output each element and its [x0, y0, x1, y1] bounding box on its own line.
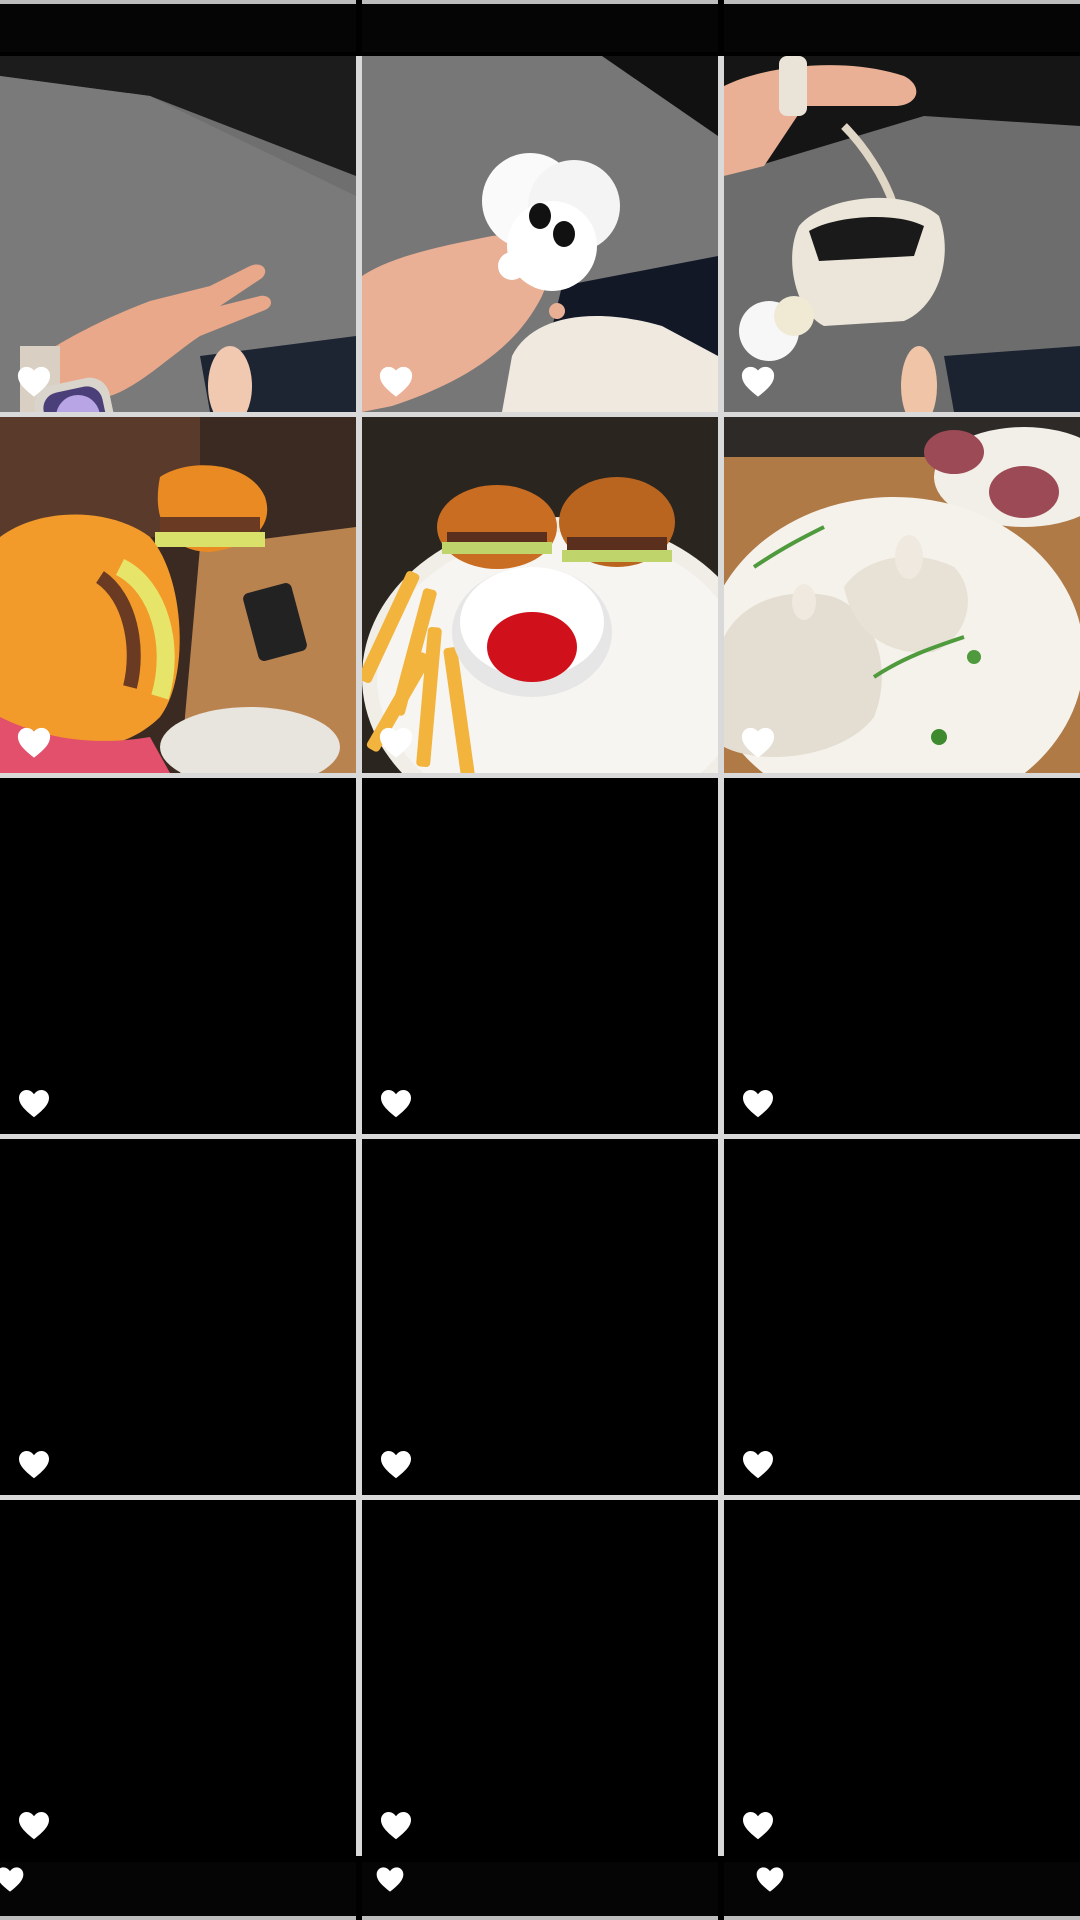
- gallery-tile[interactable]: [724, 417, 1080, 773]
- heart-filled-icon[interactable]: [16, 1447, 52, 1481]
- photo-thumbnail: [724, 417, 1080, 773]
- heart-filled-icon[interactable]: [16, 1086, 52, 1120]
- gallery-tile[interactable]: [0, 56, 356, 412]
- gallery-row-partial-top: [0, 0, 1080, 52]
- gallery-tile-partial[interactable]: [362, 0, 718, 52]
- heart-filled-icon[interactable]: [0, 1864, 26, 1894]
- heart-filled-icon[interactable]: [740, 1086, 776, 1120]
- gallery-tile[interactable]: [0, 417, 356, 773]
- gallery-tile-empty[interactable]: [362, 778, 718, 1134]
- heart-outline-icon[interactable]: [740, 725, 776, 759]
- photo-thumbnail: [362, 417, 718, 773]
- gallery-tile-empty[interactable]: [724, 778, 1080, 1134]
- gallery-tile-partial[interactable]: [724, 0, 1080, 52]
- heart-outline-icon[interactable]: [16, 725, 52, 759]
- photo-thumbnail: [724, 56, 1080, 412]
- gallery-tile-partial[interactable]: [0, 1862, 356, 1920]
- heart-filled-icon[interactable]: [378, 1086, 414, 1120]
- heart-filled-icon[interactable]: [378, 1447, 414, 1481]
- heart-filled-icon[interactable]: [374, 1864, 406, 1894]
- heart-outline-icon[interactable]: [740, 364, 776, 398]
- gallery-tile[interactable]: [362, 56, 718, 412]
- photo-thumbnail: [0, 417, 356, 773]
- photo-grid: [0, 56, 1080, 1856]
- gallery-tile-empty[interactable]: [362, 1139, 718, 1495]
- gallery-tile-partial[interactable]: [362, 1862, 718, 1920]
- gallery-tile-empty[interactable]: [0, 1139, 356, 1495]
- heart-outline-icon[interactable]: [378, 364, 414, 398]
- heart-outline-icon[interactable]: [378, 725, 414, 759]
- heart-filled-icon[interactable]: [378, 1808, 414, 1842]
- gallery-tile-partial[interactable]: [0, 0, 356, 52]
- gallery-tile-empty[interactable]: [724, 1139, 1080, 1495]
- gallery-tile[interactable]: [362, 417, 718, 773]
- gallery-tile-empty[interactable]: [724, 1500, 1080, 1856]
- gallery-tile[interactable]: [724, 56, 1080, 412]
- heart-filled-icon[interactable]: [740, 1808, 776, 1842]
- photo-thumbnail: [0, 56, 356, 412]
- gallery-tile-empty[interactable]: [0, 1500, 356, 1856]
- heart-filled-icon[interactable]: [16, 1808, 52, 1842]
- heart-filled-icon[interactable]: [754, 1864, 786, 1894]
- gallery-tile-empty[interactable]: [0, 778, 356, 1134]
- gallery-tile-partial[interactable]: [724, 1862, 1080, 1920]
- photo-thumbnail: [362, 56, 718, 412]
- heart-filled-icon[interactable]: [740, 1447, 776, 1481]
- heart-outline-icon[interactable]: [16, 364, 52, 398]
- gallery-screen: [0, 0, 1080, 1920]
- gallery-tile-empty[interactable]: [362, 1500, 718, 1856]
- gallery-row-partial-bottom: [0, 1862, 1080, 1920]
